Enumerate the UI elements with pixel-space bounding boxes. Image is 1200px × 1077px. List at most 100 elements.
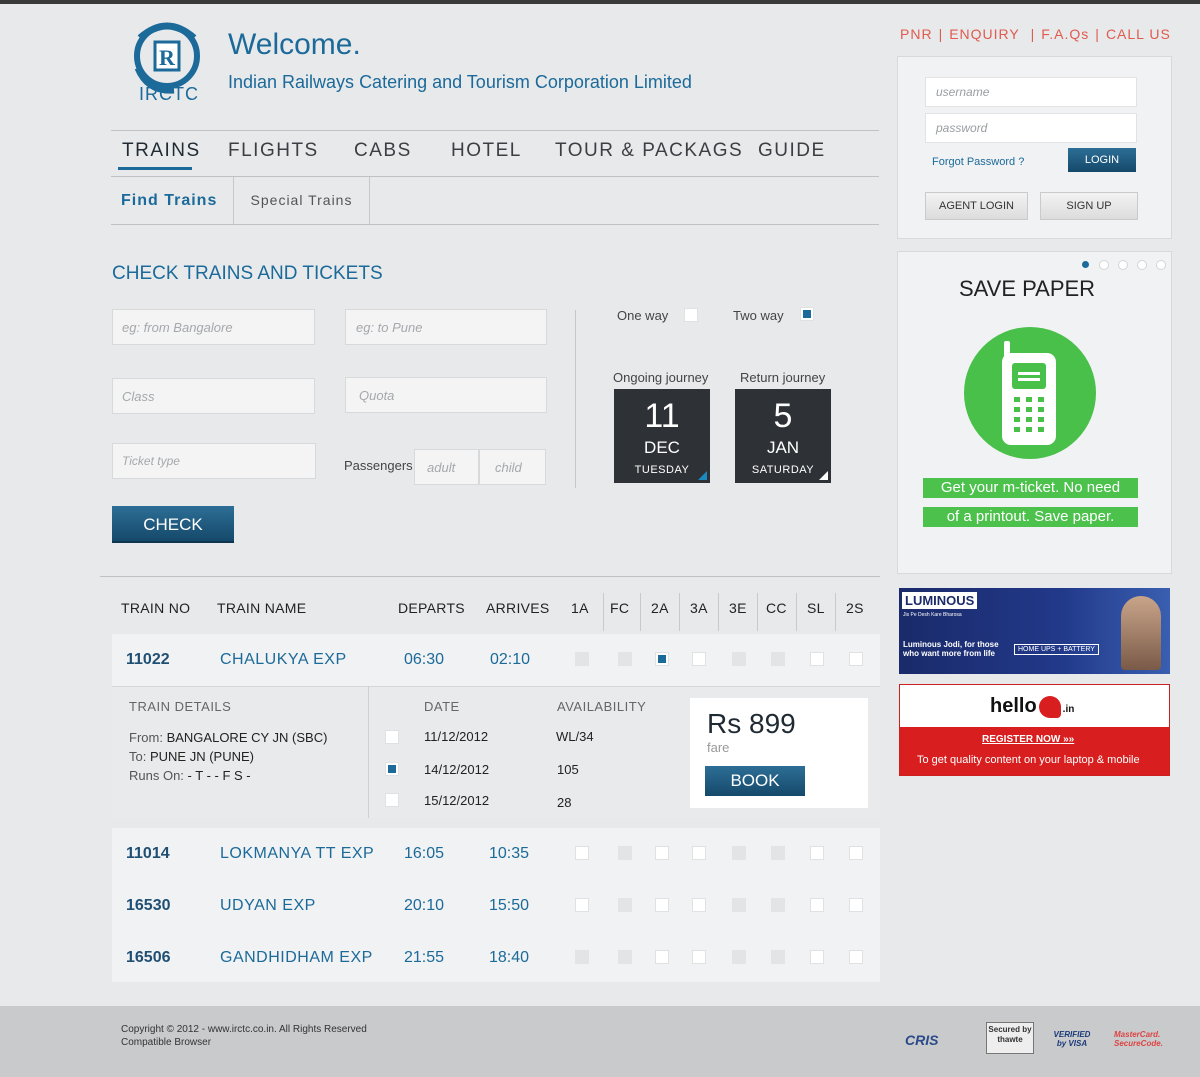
- to-station-input[interactable]: eg: to Pune: [345, 309, 547, 345]
- nav-cabs[interactable]: CABS: [354, 140, 412, 162]
- col-cc: CC: [766, 600, 787, 616]
- date-select-checkbox[interactable]: [385, 793, 399, 807]
- class-availability-box[interactable]: [575, 950, 589, 964]
- date-select-checkbox[interactable]: [385, 730, 399, 744]
- class-availability-box[interactable]: [849, 652, 863, 666]
- class-availability-box[interactable]: [810, 898, 824, 912]
- sign-up-button[interactable]: SIGN UP: [1040, 192, 1138, 220]
- class-availability-box[interactable]: [849, 950, 863, 964]
- faq-link[interactable]: F.A.Qs: [1041, 26, 1089, 42]
- class-availability-box[interactable]: [655, 898, 669, 912]
- class-availability-box[interactable]: [771, 950, 785, 964]
- class-availability-box[interactable]: [618, 950, 632, 964]
- class-availability-box[interactable]: [692, 846, 706, 860]
- column-separator: [640, 593, 641, 631]
- luminous-ad-banner[interactable]: LUMINOUS Jis Pe Desh Kare Bharosa Lumino…: [899, 588, 1170, 674]
- departure-time: 06:30: [404, 651, 445, 668]
- class-availability-box[interactable]: [618, 652, 632, 666]
- class-availability-box[interactable]: [810, 950, 824, 964]
- section-divider: [100, 576, 880, 577]
- train-name[interactable]: LOKMANYA TT EXP: [220, 845, 374, 863]
- class-availability-box[interactable]: [692, 950, 706, 964]
- class-availability-box[interactable]: [655, 950, 669, 964]
- subnav-divider: [111, 224, 879, 225]
- class-availability-box[interactable]: [618, 898, 632, 912]
- tab-find-trains[interactable]: Find Trains: [111, 177, 233, 224]
- class-availability-box[interactable]: [771, 652, 785, 666]
- nav-hotel[interactable]: HOTEL: [451, 140, 522, 162]
- ticket-type-select[interactable]: Ticket type: [112, 443, 316, 479]
- from-station-input[interactable]: eg: from Bangalore: [112, 309, 315, 345]
- train-name[interactable]: CHALUKYA EXP: [220, 651, 347, 669]
- return-month: JAN: [766, 438, 800, 457]
- class-availability-box[interactable]: [771, 898, 785, 912]
- nav-tour-packages[interactable]: TOUR & PACKAGS: [555, 140, 743, 162]
- date-header: DATE: [424, 699, 460, 714]
- quota-select[interactable]: Quota: [345, 377, 547, 413]
- train-name[interactable]: UDYAN EXP: [220, 897, 316, 915]
- nav-flights[interactable]: FLIGHTS: [228, 140, 319, 162]
- class-availability-box[interactable]: [575, 898, 589, 912]
- child-count-input[interactable]: child: [479, 449, 546, 485]
- agent-login-button[interactable]: AGENT LOGIN: [925, 192, 1028, 220]
- col-departs: DEPARTS: [398, 600, 465, 616]
- password-input[interactable]: password: [925, 113, 1137, 143]
- col-2s: 2S: [846, 600, 864, 616]
- availability-value: 105: [557, 762, 579, 777]
- pnr-link[interactable]: PNR: [900, 26, 933, 42]
- check-button[interactable]: CHECK: [112, 506, 234, 543]
- login-button[interactable]: LOGIN: [1068, 148, 1136, 172]
- adult-count-input[interactable]: adult: [414, 449, 479, 485]
- two-way-label: Two way: [733, 308, 784, 323]
- col-arrives: ARRIVES: [486, 600, 550, 616]
- train-number: 11022: [126, 651, 170, 668]
- carousel-dot[interactable]: [1099, 260, 1109, 270]
- class-availability-box[interactable]: [692, 898, 706, 912]
- class-availability-box[interactable]: [655, 652, 669, 666]
- hello-ad-bottom: REGISTER NOW »» To get quality content o…: [900, 727, 1169, 775]
- nav-guide[interactable]: GUIDE: [758, 140, 826, 162]
- call-us-link[interactable]: CALL US: [1106, 26, 1171, 42]
- forgot-password-link[interactable]: Forgot Password ?: [932, 156, 1024, 168]
- register-now-link[interactable]: REGISTER NOW »»: [982, 734, 1074, 745]
- tab-special-trains[interactable]: Special Trains: [233, 177, 370, 224]
- carousel-dot[interactable]: [1156, 260, 1166, 270]
- carousel-dot[interactable]: [1118, 260, 1128, 270]
- carousel-dot[interactable]: [1137, 260, 1147, 270]
- class-availability-box[interactable]: [771, 846, 785, 860]
- enquiry-link[interactable]: ENQUIRY: [949, 26, 1020, 42]
- hello-ad-banner[interactable]: hello .in REGISTER NOW »» To get quality …: [899, 684, 1170, 776]
- book-button[interactable]: BOOK: [705, 766, 805, 796]
- runs-on-label: Runs On:: [129, 768, 184, 783]
- journey-date: 15/12/2012: [424, 793, 490, 808]
- class-availability-box[interactable]: [655, 846, 669, 860]
- availability-value: 28: [557, 795, 572, 810]
- class-availability-box[interactable]: [575, 846, 589, 860]
- class-availability-box[interactable]: [732, 652, 746, 666]
- class-availability-box[interactable]: [849, 846, 863, 860]
- date-select-checkbox[interactable]: [385, 762, 399, 776]
- col-3a: 3A: [690, 600, 708, 616]
- nav-trains[interactable]: TRAINS: [122, 140, 201, 162]
- one-way-checkbox[interactable]: [684, 308, 698, 322]
- class-availability-box[interactable]: [575, 652, 589, 666]
- class-availability-box[interactable]: [618, 846, 632, 860]
- class-availability-box[interactable]: [732, 950, 746, 964]
- class-availability-box[interactable]: [810, 652, 824, 666]
- luminous-text-1: Luminous Jodi, for those: [903, 640, 999, 649]
- class-availability-box[interactable]: [732, 898, 746, 912]
- ongoing-month: DEC: [644, 438, 680, 457]
- return-date-picker[interactable]: 5 JAN SATURDAY: [735, 389, 831, 483]
- class-availability-box[interactable]: [810, 846, 824, 860]
- class-availability-box[interactable]: [692, 652, 706, 666]
- two-way-checkbox[interactable]: [800, 307, 814, 321]
- compatible-browser-link[interactable]: Compatible Browser: [121, 1036, 367, 1049]
- train-name[interactable]: GANDHIDHAM EXP: [220, 949, 373, 967]
- username-input[interactable]: username: [925, 77, 1137, 107]
- class-select[interactable]: Class: [112, 378, 315, 414]
- class-availability-box[interactable]: [732, 846, 746, 860]
- col-fc: FC: [610, 600, 630, 616]
- carousel-dot-active[interactable]: [1082, 261, 1089, 268]
- class-availability-box[interactable]: [849, 898, 863, 912]
- ongoing-date-picker[interactable]: 11 DEC TUESDAY: [614, 389, 710, 483]
